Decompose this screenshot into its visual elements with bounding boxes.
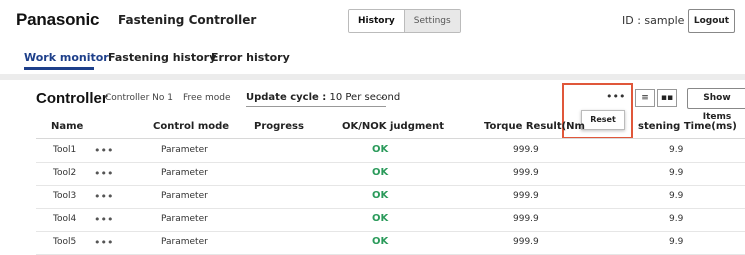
column-header-name: Name xyxy=(51,121,84,132)
control-mode: Parameter xyxy=(161,168,208,178)
controller-panel: Controller Controller No 1 Free mode Upd… xyxy=(20,80,745,255)
table-row[interactable]: Tool2 ••• Parameter OK 999.9 9.9 xyxy=(36,162,745,186)
torque-value: 999.9 xyxy=(513,214,539,224)
control-mode: Parameter xyxy=(161,214,208,224)
judgment-badge: OK xyxy=(372,213,389,224)
logout-button[interactable]: Logout xyxy=(688,9,735,33)
tool-name: Tool3 xyxy=(53,191,77,201)
control-mode: Parameter xyxy=(161,237,208,247)
brand-logo: Panasonic xyxy=(16,10,100,29)
tab-work-monitor[interactable]: Work monitor xyxy=(24,51,109,64)
show-items-button[interactable]: Show Items xyxy=(687,88,745,122)
judgment-badge: OK xyxy=(372,144,389,155)
torque-value: 999.9 xyxy=(513,237,539,247)
table-row[interactable]: Tool5 ••• Parameter OK 999.9 9.9 xyxy=(36,231,745,255)
active-tab-indicator xyxy=(24,67,94,70)
list-view-icon[interactable]: ≡ xyxy=(635,89,655,107)
column-header-judgment: OK/NOK judgment xyxy=(342,121,444,132)
tab-bar: Work monitor Fastening history Error his… xyxy=(0,42,745,74)
time-value: 9.9 xyxy=(669,191,684,201)
time-value: 9.9 xyxy=(669,168,684,178)
judgment-badge: OK xyxy=(372,236,389,247)
select-underline xyxy=(246,106,386,107)
column-header-time: stening Time(ms) xyxy=(638,121,737,132)
update-cycle-label: Update cycle : xyxy=(246,92,327,103)
tool-name: Tool1 xyxy=(53,145,77,155)
torque-value: 999.9 xyxy=(513,145,539,155)
row-menu-button[interactable]: ••• xyxy=(94,236,113,249)
grid-view-icon[interactable]: ▪▪ xyxy=(657,89,677,107)
table-row[interactable]: Tool1 ••• Parameter OK 999.9 9.9 xyxy=(36,139,745,163)
column-header-torque: Torque Result(Nm xyxy=(484,121,585,132)
tool-name: Tool4 xyxy=(53,214,77,224)
time-value: 9.9 xyxy=(669,237,684,247)
judgment-badge: OK xyxy=(372,167,389,178)
row-menu-button[interactable]: ••• xyxy=(94,144,113,157)
view-switcher: History Settings xyxy=(348,9,461,33)
column-header-control-mode: Control mode xyxy=(153,121,230,132)
judgment-badge: OK xyxy=(372,190,389,201)
row-menu-button[interactable]: ••• xyxy=(94,213,113,226)
app-title: Fastening Controller xyxy=(118,13,257,27)
tool-name: Tool2 xyxy=(53,168,77,178)
table-row[interactable]: Tool4 ••• Parameter OK 999.9 9.9 xyxy=(36,208,745,232)
control-mode: Parameter xyxy=(161,145,208,155)
control-mode: Parameter xyxy=(161,191,208,201)
tab-error-history[interactable]: Error history xyxy=(211,51,290,64)
controller-mode: Free mode xyxy=(183,93,231,103)
update-cycle-value: 10 Per second xyxy=(329,92,401,103)
table-row[interactable]: Tool3 ••• Parameter OK 999.9 9.9 xyxy=(36,185,745,209)
tool-name: Tool5 xyxy=(53,237,77,247)
table-header: Name Control mode Progress OK/NOK judgme… xyxy=(36,116,745,139)
controller-title: Controller xyxy=(36,90,108,107)
time-value: 9.9 xyxy=(669,214,684,224)
torque-value: 999.9 xyxy=(513,191,539,201)
tab-fastening-history[interactable]: Fastening history xyxy=(108,51,216,64)
row-menu-button[interactable]: ••• xyxy=(94,167,113,180)
history-button[interactable]: History xyxy=(349,10,404,32)
settings-button[interactable]: Settings xyxy=(403,10,460,32)
chevron-down-icon[interactable]: ⌄ xyxy=(378,91,386,102)
controller-name: Controller No 1 xyxy=(105,93,173,103)
torque-value: 999.9 xyxy=(513,168,539,178)
app-header: Panasonic Fastening Controller History S… xyxy=(0,0,745,42)
column-header-progress: Progress xyxy=(254,121,304,132)
time-value: 9.9 xyxy=(669,145,684,155)
row-menu-button[interactable]: ••• xyxy=(94,190,113,203)
user-id: ID : sample xyxy=(622,14,685,27)
